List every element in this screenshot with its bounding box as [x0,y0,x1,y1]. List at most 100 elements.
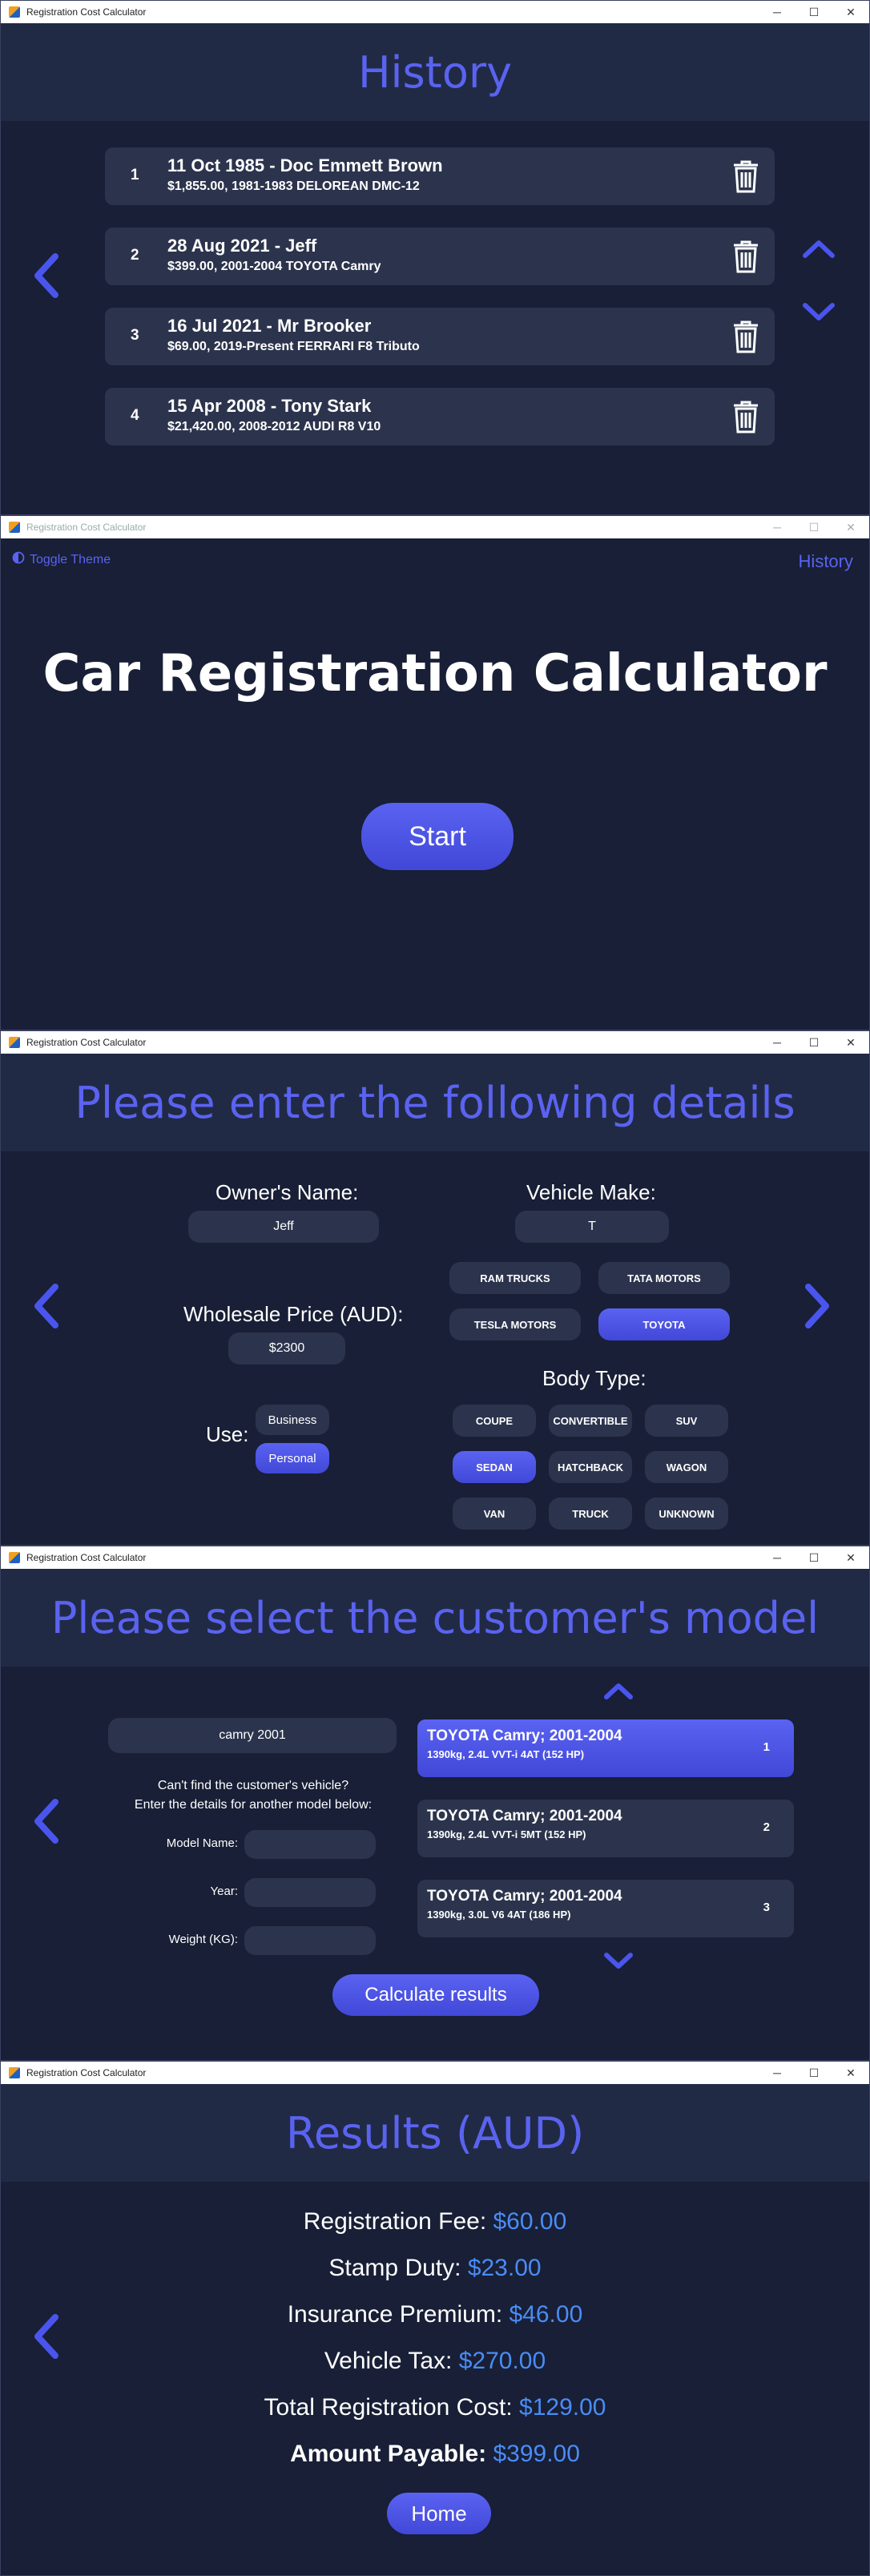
maximize-button[interactable]: ☐ [795,1546,832,1569]
model-card[interactable]: TOYOTA Camry; 2001-2004 1390kg, 3.0L V6 … [417,1880,794,1937]
history-item-number: 4 [131,407,139,424]
vehicle-make-input[interactable]: T [515,1211,669,1243]
trash-icon[interactable] [731,159,760,198]
trash-icon[interactable] [731,239,760,278]
start-button[interactable]: Start [361,803,514,870]
model-name-label: Model Name: [166,1836,238,1850]
wholesale-price-input[interactable]: $2300 [228,1332,345,1365]
scroll-down-icon[interactable] [802,302,836,323]
body-type-option[interactable]: CONVERTIBLE [549,1405,632,1437]
history-item[interactable]: 2 28 Aug 2021 - Jeff $399.00, 2001-2004 … [105,228,775,285]
app-icon [9,1037,20,1048]
model-name-input[interactable] [244,1830,376,1859]
body-type-option[interactable]: TRUCK [549,1498,632,1530]
maximize-button[interactable]: ☐ [795,1,832,23]
window-title: Registration Cost Calculator [26,522,147,533]
history-item[interactable]: 4 15 Apr 2008 - Tony Stark $21,420.00, 2… [105,388,775,445]
model-card-selected[interactable]: TOYOTA Camry; 2001-2004 1390kg, 2.4L VVT… [417,1719,794,1777]
close-button[interactable]: ✕ [832,516,869,538]
next-arrow-icon[interactable] [804,1284,831,1328]
maximize-button[interactable]: ☐ [795,2062,832,2084]
minimize-button[interactable]: ─ [759,2062,795,2084]
page-title: History [1,23,869,121]
make-option-selected[interactable]: TOYOTA [598,1308,730,1340]
history-item-number: 1 [131,167,139,183]
history-item[interactable]: 1 11 Oct 1985 - Doc Emmett Brown $1,855.… [105,147,775,205]
app-icon [9,522,20,533]
body-type-option[interactable]: COUPE [453,1405,536,1437]
history-item-title: 11 Oct 1985 - Doc Emmett Brown [167,155,443,175]
title-bar: Registration Cost Calculator ─ ☐ ✕ [1,2062,869,2084]
result-label: Registration Fee: [303,2208,493,2235]
window-title: Registration Cost Calculator [26,6,147,18]
scroll-down-icon[interactable] [603,1952,634,1971]
app-icon [9,1552,20,1563]
body-type-option-selected[interactable]: SEDAN [453,1451,536,1483]
owner-name-label: Owner's Name: [215,1180,359,1204]
body-type-option[interactable]: SUV [645,1405,728,1437]
help-text-1: Can't find the customer's vehicle? [157,1779,349,1792]
model-card-title: TOYOTA Camry; 2001-2004 [427,1888,622,1905]
body-type-option[interactable]: WAGON [645,1451,728,1483]
minimize-button[interactable]: ─ [759,1031,795,1054]
page-title: Results (AUD) [1,2084,869,2182]
use-option-business[interactable]: Business [256,1405,329,1435]
page-title: Please select the customer's model [1,1569,869,1667]
close-button[interactable]: ✕ [832,2062,869,2084]
result-label: Vehicle Tax: [324,2348,459,2374]
model-card-number: 2 [763,1820,770,1834]
page-title: Please enter the following details [1,1054,869,1151]
minimize-button[interactable]: ─ [759,516,795,538]
year-label: Year: [210,1885,238,1898]
help-text-2: Enter the details for another model belo… [134,1798,373,1812]
trash-icon[interactable] [731,319,760,358]
scroll-up-icon[interactable] [603,1681,634,1700]
model-search-input[interactable]: camry 2001 [108,1718,397,1753]
result-label: Amount Payable: [290,2441,493,2467]
maximize-button[interactable]: ☐ [795,516,832,538]
body-type-option[interactable]: VAN [453,1498,536,1530]
maximize-button[interactable]: ☐ [795,1031,832,1054]
make-option[interactable]: TESLA MOTORS [449,1308,581,1340]
trash-icon[interactable] [731,399,760,438]
history-window: Registration Cost Calculator ─ ☐ ✕ Histo… [0,0,870,515]
make-option[interactable]: RAM TRUCKS [449,1262,581,1294]
model-card-spec: 1390kg, 2.4L VVT-i 4AT (152 HP) [427,1748,585,1760]
history-item[interactable]: 3 16 Jul 2021 - Mr Brooker $69.00, 2019-… [105,308,775,365]
insurance-premium-line: Insurance Premium: $46.00 [1,2301,869,2328]
history-link[interactable]: History [799,551,853,572]
year-input[interactable] [244,1878,376,1907]
model-card[interactable]: TOYOTA Camry; 2001-2004 1390kg, 2.4L VVT… [417,1800,794,1857]
make-option[interactable]: TATA MOTORS [598,1262,730,1294]
app-icon [9,2067,20,2078]
body-type-option[interactable]: HATCHBACK [549,1451,632,1483]
owner-name-input[interactable]: Jeff [188,1211,379,1243]
app-heading: Car Registration Calculator [42,644,828,703]
toggle-theme-button[interactable]: Toggle Theme [12,551,111,568]
back-arrow-icon[interactable] [33,1799,60,1844]
result-value: $399.00 [493,2441,580,2467]
scroll-up-icon[interactable] [802,238,836,259]
close-button[interactable]: ✕ [832,1546,869,1569]
history-item-detail: $399.00, 2001-2004 TOYOTA Camry [167,260,381,273]
contrast-icon [12,551,25,568]
close-button[interactable]: ✕ [832,1031,869,1054]
close-button[interactable]: ✕ [832,1,869,23]
results-window: Registration Cost Calculator ─ ☐ ✕ Resul… [0,2061,870,2576]
calculate-results-button[interactable]: Calculate results [332,1974,539,2016]
history-item-title: 28 Aug 2021 - Jeff [167,236,317,256]
app-icon [9,6,20,18]
back-arrow-icon[interactable] [33,253,60,298]
title-bar: Registration Cost Calculator ─ ☐ ✕ [1,1031,869,1054]
use-option-personal[interactable]: Personal [256,1443,329,1473]
minimize-button[interactable]: ─ [759,1,795,23]
window-title: Registration Cost Calculator [26,1037,147,1048]
back-arrow-icon[interactable] [33,1284,60,1328]
body-type-option[interactable]: UNKNOWN [645,1498,728,1530]
minimize-button[interactable]: ─ [759,1546,795,1569]
home-button[interactable]: Home [387,2493,491,2534]
amount-payable-line: Amount Payable: $399.00 [1,2441,869,2468]
model-card-number: 3 [763,1901,770,1914]
history-item-title: 15 Apr 2008 - Tony Stark [167,396,372,416]
weight-input[interactable] [244,1926,376,1955]
